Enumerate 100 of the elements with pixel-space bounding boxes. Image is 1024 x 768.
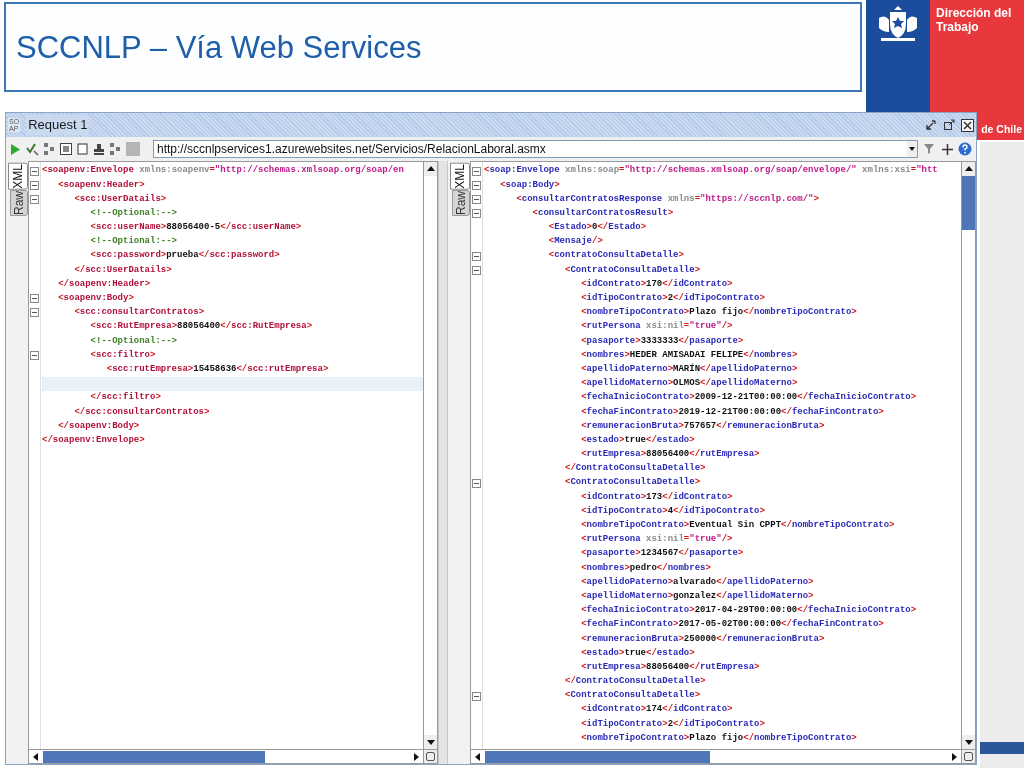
code-line: <soap:Envelope xmlns:soap="http://schemas.xmlsoap.org/soap/envelope/" xmlns:xsi="htt [484,164,938,178]
code-line: <Mensaje/> [548,235,603,249]
corner-icon[interactable] [426,752,435,761]
code-line: <idContrato>173</idContrato> [581,490,733,504]
url-field[interactable]: http://sccnlpservices1.azurewebsites.net/Servicios/RelacionLaboral.asmx [153,140,918,158]
corner-icon[interactable] [964,752,973,761]
code-line: <nombreTipoContrato>Plazo fijo</nombreTipoContrato> [581,306,857,320]
code-line: <consultarContratosResponse xmlns="https://sccnlp.com/"> [516,192,819,206]
logo-text: Dirección del [936,6,1013,20]
code-line: <scc:password>prueba</scc:password> [90,249,280,263]
code-line: </scc:consultarContratos> [74,405,210,419]
code-line: <rutEmpresa>88056400</rutEmpresa> [581,448,760,462]
xml-editor[interactable] [470,161,976,764]
code-line: <fechaInicioContrato>2017-04-29T00:00:00</fechaInicioContrato> [581,604,917,618]
code-line: <idTipoContrato>2</idTipoContrato> [581,292,765,306]
restore-icon[interactable] [925,119,937,131]
code-line: <apellidoMaterno>gonzalez</apellidoMaterno> [581,589,814,603]
code-line: <fechaInicioContrato>2009-12-21T00:00:00</fechaInicioContrato> [581,391,917,405]
code-line: <ContratoConsultaDetalle> [565,476,701,490]
code-line: <pasaporte>3333333</pasaporte> [581,334,744,348]
tab[interactable]: Raw [452,189,470,216]
slide-title: SCCNLP – Vía Web Services [16,31,422,63]
scroll-left-icon[interactable] [32,752,40,761]
code-line: <nombreTipoContrato>Eventual Sin CPPT</nombreTipoContrato> [581,519,895,533]
code-line: <soapenv:Body> [58,292,134,306]
code-line: <scc:filtro> [90,348,156,362]
code-line: </ContratoConsultaDetalle> [565,462,706,476]
collapse-icon[interactable] [472,478,481,488]
code-line: <soapenv:Envelope xmlns:soapenv="http://schemas.xmlsoap.org/soap/en [42,164,404,178]
collapse-icon[interactable] [30,180,39,190]
collapse-icon[interactable] [472,166,481,176]
code-line: <!--Optional:--> [90,206,177,220]
scroll-thumb[interactable] [485,751,710,763]
collapse-icon[interactable] [472,194,481,204]
code-line: </soapenv:Header> [58,277,151,291]
square-icon[interactable] [77,143,88,155]
code-line: <fechaFinContrato>2019-12-21T00:00:00</fechaFinContrato> [581,405,884,419]
code-line: <remuneracionBruta>250000</remuneracionBruta> [581,632,825,646]
frame-icon[interactable] [60,143,72,155]
code-line: </scc:filtro> [90,391,161,405]
collapse-icon[interactable] [30,294,39,304]
collapse-icon[interactable] [472,251,481,261]
code-line: <ContratoConsultaDetalle> [565,263,701,277]
tab[interactable]: Raw [10,189,28,216]
xml-editor[interactable] [28,161,438,764]
vertical-scrollbar[interactable] [961,162,975,749]
code-line: <estado>true</estado> [581,433,695,447]
code-line: <soap:Body> [500,178,560,192]
collapse-icon[interactable] [30,308,39,318]
code-line: <scc:RutEmpresa>88056400</scc:RutEmpresa> [90,320,313,334]
grid-icon[interactable] [44,143,55,155]
code-line: <idContrato>174</idContrato> [581,703,733,717]
tab[interactable]: XML [450,163,470,190]
code-line: <scc:UserDatails> [74,192,167,206]
tab[interactable]: XML [8,163,28,190]
collapse-icon[interactable] [472,180,481,190]
play-icon[interactable] [10,142,21,156]
collapse-icon[interactable] [472,209,481,219]
scroll-left-icon[interactable] [474,752,482,761]
code-line: <!--Optional:--> [90,334,177,348]
code-line: </soapenv:Body> [58,419,140,433]
collapse-icon[interactable] [472,265,481,275]
scroll-thumb[interactable] [962,176,975,230]
maximize-icon[interactable] [943,119,955,131]
help-icon[interactable] [958,142,972,156]
code-line: <scc:userName>88056400-5</scc:userName> [90,221,302,235]
code-line: <Estado>0</Estado> [548,221,647,235]
scroll-thumb[interactable] [43,751,265,763]
code-line: <rutPersona xsi:nil="true"/> [581,320,733,334]
stamp-icon[interactable] [93,143,105,155]
code-line: <estado>true</estado> [581,646,695,660]
code-line: <!--Optional:--> [90,235,177,249]
code-line: <pasaporte>1234567</pasaporte> [581,547,744,561]
collapse-icon[interactable] [30,194,39,204]
logo-text: Trabajo [936,20,980,34]
scroll-down-icon[interactable] [964,738,973,746]
code-line: <idTipoContrato>2</idTipoContrato> [581,717,765,731]
code-line: <contratoConsultaDetalle> [548,249,684,263]
code-line: <nombreTipoContrato>Plazo fijo</nombreTipoContrato> [581,731,857,745]
collapse-icon[interactable] [472,691,481,701]
vertical-scrollbar[interactable] [423,162,437,749]
close-icon[interactable] [961,118,974,132]
filter-icon[interactable] [923,143,937,155]
plus-icon[interactable] [942,143,953,155]
collapse-icon[interactable] [30,166,39,176]
scroll-right-icon[interactable] [950,752,958,761]
code-line: <idContrato>170</idContrato> [581,277,733,291]
logo-text: de Chile [981,122,1022,138]
collapse-icon[interactable] [30,351,39,361]
code-line: <apellidoPaterno>MARÍN</apellidoPaterno> [581,362,798,376]
code-line: <consultarContratosResult> [532,206,674,220]
grid-icon[interactable] [110,143,121,155]
scroll-down-icon[interactable] [426,738,435,746]
code-line: </ContratoConsultaDetalle> [565,675,706,689]
scroll-right-icon[interactable] [412,752,420,761]
code-line: <apellidoPaterno>alvarado</apellidoPaterno> [581,575,814,589]
scroll-up-icon[interactable] [426,165,435,173]
dropdown-caret-icon[interactable] [907,141,917,157]
scroll-up-icon[interactable] [964,165,973,173]
code-line: <rutEmpresa>88056400</rutEmpresa> [581,660,760,674]
